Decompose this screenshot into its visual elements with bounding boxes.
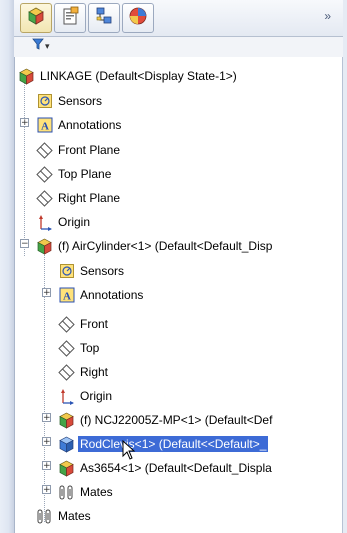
tree-node-label: Mates <box>58 509 91 523</box>
plane-icon <box>36 165 53 183</box>
origin-icon <box>58 388 75 405</box>
tree-node-rodclevis-selected[interactable]: RodClevis<1> (Default<<Default>_ <box>58 432 269 456</box>
chevron-down-icon: ▾ <box>45 40 50 51</box>
more-tabs-chevron-icon[interactable]: » <box>324 9 331 23</box>
tree-node-label: (f) AirCylinder<1> (Default<Default_Disp <box>58 239 273 253</box>
tree-node-label: Origin <box>58 215 91 229</box>
tree-node-sub-annotations[interactable]: A Annotations <box>58 283 145 307</box>
tree-node-label: Right Plane <box>58 191 121 205</box>
svg-text:A: A <box>41 121 49 133</box>
tree-node-label: Sensors <box>58 94 103 108</box>
tree-node-label: Front Plane <box>58 143 121 157</box>
tree-node-sub-top[interactable]: Top <box>58 336 101 360</box>
tree-node-root-assembly[interactable]: LINKAGE (Default<Display State-1>) <box>18 64 239 88</box>
tree-filter-bar: ▾ <box>14 37 343 57</box>
tree-node-label: Top <box>80 341 100 355</box>
tree-node-right-plane[interactable]: Right Plane <box>36 186 122 210</box>
tree-node-label: LINKAGE (Default<Display State-1>) <box>40 69 237 83</box>
tree-node-sub-sensors[interactable]: Sensors <box>58 259 126 283</box>
tree-guide-line <box>24 76 25 256</box>
expand-toggle[interactable]: + <box>42 288 51 298</box>
tree-node-label: Annotations <box>58 118 122 132</box>
annotation-icon: A <box>36 117 53 134</box>
feature-manager-panel: » ▾ LINKAGE (Default<Display State-1>) S… <box>0 0 347 533</box>
part-icon <box>58 436 75 453</box>
filter-icon <box>32 37 44 55</box>
tree-node-sub-mates[interactable]: Mates <box>58 480 115 504</box>
tree-node-sub-right[interactable]: Right <box>58 360 110 384</box>
expand-toggle[interactable]: + <box>42 485 51 495</box>
plane-icon <box>36 141 53 159</box>
tree-node-label: Origin <box>80 389 113 403</box>
sensor-icon <box>58 263 75 280</box>
subassembly-icon <box>36 238 53 255</box>
plane-icon <box>36 189 53 207</box>
tree-node-label: Front <box>80 317 109 331</box>
tree-node-front-plane[interactable]: Front Plane <box>36 138 122 162</box>
tree-node-label: (f) NCJ22005Z-MP<1> (Default<Def <box>80 413 273 427</box>
propertymanager-tab[interactable] <box>54 3 86 33</box>
tree-node-label: Annotations <box>80 288 144 302</box>
propertymanager-tab-icon <box>60 6 80 31</box>
tree-node-label: As3654<1> (Default<Default_Displa <box>80 461 272 475</box>
filter-button[interactable]: ▾ <box>32 37 54 55</box>
tree-node-top-plane[interactable]: Top Plane <box>36 162 113 186</box>
assembly-icon <box>18 68 35 85</box>
tree-node-aircylinder[interactable]: (f) AirCylinder<1> (Default<Default_Disp <box>36 234 274 258</box>
plane-icon <box>58 315 75 333</box>
tree-node-sub-origin[interactable]: Origin <box>58 384 114 408</box>
display-manager-tab[interactable] <box>122 3 154 33</box>
expand-toggle[interactable]: + <box>20 118 29 128</box>
origin-icon <box>36 214 53 231</box>
configurationmanager-tab-icon <box>94 6 114 31</box>
svg-text:A: A <box>63 291 71 303</box>
tree-node-sub-front[interactable]: Front <box>58 312 110 336</box>
tree-node-ncj-subassembly[interactable]: (f) NCJ22005Z-MP<1> (Default<Def <box>58 408 274 432</box>
tree-node-mates[interactable]: Mates <box>36 504 93 528</box>
subassembly-icon <box>58 460 75 477</box>
mates-icon <box>58 484 75 501</box>
display-manager-tab-icon <box>128 6 148 31</box>
tree-node-label: Right <box>80 365 109 379</box>
annotation-icon: A <box>58 287 75 304</box>
plane-icon <box>58 363 75 381</box>
tree-node-sensors[interactable]: Sensors <box>36 89 104 113</box>
featuremanager-tab-icon <box>26 6 46 31</box>
mouse-pointer-icon <box>122 439 136 460</box>
collapse-toggle[interactable]: − <box>20 239 29 249</box>
featuremanager-tab[interactable] <box>20 3 52 33</box>
sensor-icon <box>36 93 53 110</box>
manager-tabs-toolbar: » <box>14 0 343 37</box>
window-left-frame <box>0 0 15 533</box>
expand-toggle[interactable]: + <box>42 437 51 447</box>
tree-node-annotations[interactable]: A Annotations <box>36 113 123 137</box>
tree-node-label: Mates <box>80 485 113 499</box>
configurationmanager-tab[interactable] <box>88 3 120 33</box>
expand-toggle[interactable]: + <box>42 413 51 423</box>
tree-node-origin[interactable]: Origin <box>36 210 92 234</box>
plane-icon <box>58 339 75 357</box>
tree-node-label: Sensors <box>80 264 125 278</box>
tree-node-as3654-subassembly[interactable]: As3654<1> (Default<Default_Displa <box>58 456 274 480</box>
tree-node-label: Top Plane <box>58 167 112 181</box>
subassembly-icon <box>58 412 75 429</box>
expand-toggle[interactable]: + <box>42 461 51 471</box>
mates-icon <box>36 508 53 525</box>
feature-tree: LINKAGE (Default<Display State-1>) Senso… <box>14 58 343 533</box>
tree-node-label: RodClevis<1> (Default<<Default>_ <box>78 436 269 452</box>
